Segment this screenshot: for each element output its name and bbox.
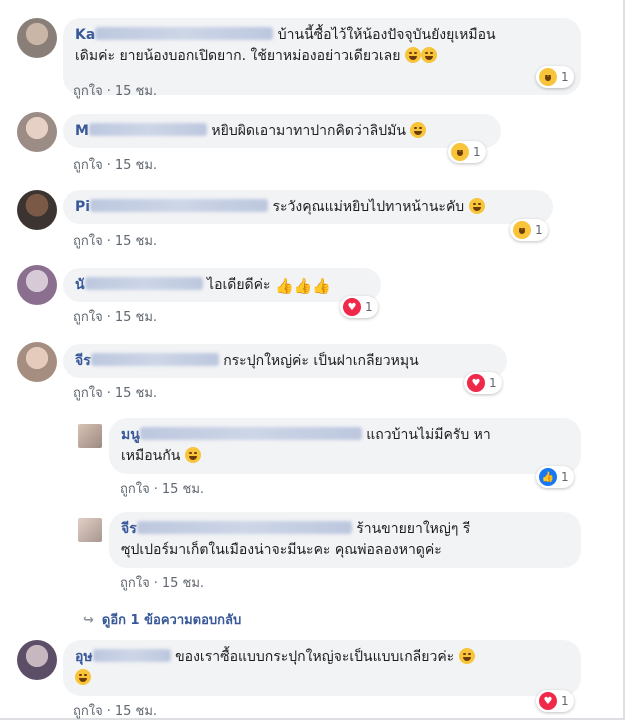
comment-meta: ถูกใจ · 15 ชม. bbox=[73, 84, 158, 99]
comment-author[interactable]: จีร bbox=[121, 521, 352, 537]
reaction-count[interactable]: ♥ 1 bbox=[340, 296, 378, 318]
avatar[interactable] bbox=[17, 18, 57, 58]
comment-text: ร้านขายยาใหญ่ๆ รี bbox=[356, 521, 471, 537]
avatar[interactable] bbox=[17, 112, 57, 152]
comment-author[interactable]: Pi bbox=[75, 199, 269, 215]
haha-reaction-icon bbox=[451, 143, 469, 161]
avatar[interactable] bbox=[78, 424, 102, 448]
haha-reaction-icon bbox=[539, 68, 557, 86]
laughing-emoji-icon bbox=[420, 47, 437, 63]
like-link[interactable]: ถูกใจ bbox=[120, 482, 150, 497]
avatar[interactable] bbox=[17, 190, 57, 230]
timestamp[interactable]: 15 ชม. bbox=[115, 310, 157, 325]
comment-text-line2: ซุปเปอร์มาเก็ตในเมืองน่าจะมีนะคะ คุณพ่อล… bbox=[121, 542, 442, 558]
comment-text: บ้านนี้ซื้อไว้ให้น้องปัจจุบันยังยุเหมือน bbox=[277, 27, 496, 43]
reaction-count[interactable]: 1 bbox=[448, 141, 486, 163]
comment-text: ไอเดียดีค่ะ bbox=[207, 277, 271, 293]
comment-bubble: จีร กระปุกใหญ่ค่ะ เป็นฝาเกลียวหมุน bbox=[63, 344, 507, 378]
thumbs-up-emoji-icon: 👍👍👍 bbox=[275, 277, 332, 295]
timestamp[interactable]: 15 ชม. bbox=[115, 158, 157, 173]
comment-meta: ถูกใจ · 15 ชม. bbox=[73, 158, 158, 173]
comment-meta: ถูกใจ · 15 ชม. bbox=[73, 234, 158, 249]
laughing-emoji-icon bbox=[468, 198, 485, 214]
timestamp[interactable]: 15 ชม. bbox=[115, 704, 157, 719]
timestamp[interactable]: 15 ชม. bbox=[162, 482, 204, 497]
comment-author[interactable]: นั bbox=[75, 277, 203, 293]
like-link[interactable]: ถูกใจ bbox=[73, 234, 103, 249]
comment-meta: ถูกใจ · 15 ชม. bbox=[73, 704, 158, 719]
comment-meta: ถูกใจ · 15 ชม. bbox=[73, 310, 158, 325]
reaction-count[interactable]: ♥ 1 bbox=[536, 690, 574, 712]
like-link[interactable]: ถูกใจ bbox=[73, 386, 103, 401]
avatar[interactable] bbox=[17, 640, 57, 680]
avatar[interactable] bbox=[17, 265, 57, 305]
reaction-count[interactable]: 1 bbox=[510, 219, 548, 241]
comment-text-line2: เหมือนกัน bbox=[121, 448, 181, 464]
reply-arrow-icon: ↪ bbox=[83, 613, 94, 628]
like-link[interactable]: ถูกใจ bbox=[73, 310, 103, 325]
reaction-count[interactable]: ♥ 1 bbox=[464, 372, 502, 394]
comment-text: ระวังคุณแม่หยิบไปทาหน้านะคับ bbox=[272, 199, 465, 215]
comment-bubble: อุษ ของเราซื้อแบบกระปุกใหญ่จะเป็นแบบเกลี… bbox=[63, 640, 581, 696]
comment-author[interactable]: Ka bbox=[75, 27, 274, 43]
comment-text-line2: เดิมค่ะ ยายน้องบอกเปิดยาก. ใช้ยาหม่องอย่… bbox=[75, 48, 401, 64]
love-reaction-icon: ♥ bbox=[467, 374, 485, 392]
comment-meta: ถูกใจ · 15 ชม. bbox=[120, 482, 205, 497]
like-link[interactable]: ถูกใจ bbox=[73, 704, 103, 719]
comment-author[interactable]: อุษ bbox=[75, 649, 171, 665]
timestamp[interactable]: 15 ชม. bbox=[115, 84, 157, 99]
like-reaction-icon: 👍 bbox=[539, 468, 557, 486]
haha-reaction-icon bbox=[513, 221, 531, 239]
laughing-emoji-icon bbox=[404, 47, 421, 63]
comment-author[interactable]: จีร bbox=[75, 353, 219, 369]
comment-meta: ถูกใจ · 15 ชม. bbox=[73, 386, 158, 401]
view-more-replies-link[interactable]: ↪ ดูอีก 1 ข้อความตอบกลับ bbox=[83, 609, 241, 630]
laughing-emoji-icon bbox=[410, 122, 427, 138]
laughing-emoji-icon bbox=[75, 669, 91, 685]
avatar[interactable] bbox=[17, 342, 57, 382]
comment-meta: ถูกใจ · 15 ชม. bbox=[120, 576, 205, 591]
comment-bubble: มนู แถวบ้านไม่มีครับ หา เหมือนกัน bbox=[109, 418, 581, 474]
like-link[interactable]: ถูกใจ bbox=[120, 576, 150, 591]
comment-bubble: จีร ร้านขายยาใหญ่ๆ รี ซุปเปอร์มาเก็ตในเม… bbox=[109, 512, 581, 568]
like-link[interactable]: ถูกใจ bbox=[73, 158, 103, 173]
avatar[interactable] bbox=[78, 518, 102, 542]
timestamp[interactable]: 15 ชม. bbox=[115, 234, 157, 249]
comment-bubble: นั ไอเดียดีค่ะ 👍👍👍 bbox=[63, 268, 381, 302]
comment-bubble: Pi ระวังคุณแม่หยิบไปทาหน้านะคับ bbox=[63, 190, 553, 224]
reaction-count[interactable]: 👍 1 bbox=[536, 466, 574, 488]
laughing-emoji-icon bbox=[458, 648, 475, 664]
timestamp[interactable]: 15 ชม. bbox=[115, 386, 157, 401]
comment-author[interactable]: M bbox=[75, 123, 207, 139]
reaction-count[interactable]: 1 bbox=[536, 66, 574, 88]
comment-bubble: M หยิบผิดเอามาทาปากคิดว่าลิปมัน bbox=[63, 114, 501, 148]
love-reaction-icon: ♥ bbox=[539, 692, 557, 710]
rolling-laughing-emoji-icon bbox=[184, 447, 201, 463]
comment-text: ของเราซื้อแบบกระปุกใหญ่จะเป็นแบบเกลียวค่… bbox=[175, 649, 455, 665]
comment-text: แถวบ้านไม่มีครับ หา bbox=[366, 427, 491, 443]
comment-text: หยิบผิดเอามาทาปากคิดว่าลิปมัน bbox=[211, 123, 406, 139]
timestamp[interactable]: 15 ชม. bbox=[162, 576, 204, 591]
comment-text: กระปุกใหญ่ค่ะ เป็นฝาเกลียวหมุน bbox=[223, 353, 419, 369]
like-link[interactable]: ถูกใจ bbox=[73, 84, 103, 99]
love-reaction-icon: ♥ bbox=[343, 298, 361, 316]
comment-author[interactable]: มนู bbox=[121, 427, 362, 443]
